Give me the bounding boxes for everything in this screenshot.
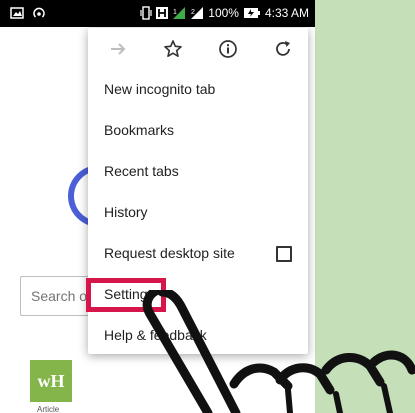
menu-item-bookmarks[interactable]: Bookmarks [88, 110, 308, 151]
vibrate-icon [140, 6, 152, 20]
clock: 4:33 AM [264, 6, 309, 20]
pointing-hand-icon [142, 290, 415, 413]
desktop-site-checkbox[interactable] [276, 246, 292, 262]
menu-item-new-incognito-tab[interactable]: New incognito tab [88, 69, 308, 110]
most-visited-tile[interactable]: wH [30, 360, 72, 402]
reload-icon[interactable] [273, 39, 293, 59]
svg-text:1: 1 [173, 9, 177, 16]
tile-caption: Article [37, 405, 60, 413]
menu-item-recent-tabs[interactable]: Recent tabs [88, 151, 308, 192]
menu-item-label: History [104, 204, 148, 220]
battery-charging-icon [243, 8, 260, 18]
status-bar: 1 2 100% 4:33 AM [0, 0, 315, 27]
menu-item-label: Recent tabs [104, 163, 179, 179]
menu-item-label: Bookmarks [104, 122, 175, 138]
h-network-icon [156, 7, 169, 19]
signal-strength-1-icon: 1 [173, 7, 186, 19]
hotspot-icon [33, 7, 45, 18]
menu-item-label: Request desktop site [104, 245, 235, 261]
forward-arrow-icon[interactable] [108, 39, 128, 59]
menu-item-label: New incognito tab [104, 81, 216, 97]
menu-item-history[interactable]: History [88, 192, 308, 233]
signal-strength-2-icon: 2 [191, 7, 204, 19]
status-left-icons [10, 6, 46, 20]
tile-label: wH [37, 370, 65, 391]
image-notification-icon [10, 7, 24, 19]
bookmark-star-icon[interactable] [163, 39, 183, 59]
info-icon[interactable] [218, 39, 238, 59]
menu-toolbar [88, 28, 308, 70]
battery-percent: 100% [208, 6, 239, 20]
search-placeholder: Search o [31, 288, 88, 304]
svg-text:2: 2 [191, 9, 195, 16]
status-right-icons: 1 2 100% 4:33 AM [140, 6, 309, 20]
menu-item-request-desktop-site[interactable]: Request desktop site [88, 233, 308, 274]
